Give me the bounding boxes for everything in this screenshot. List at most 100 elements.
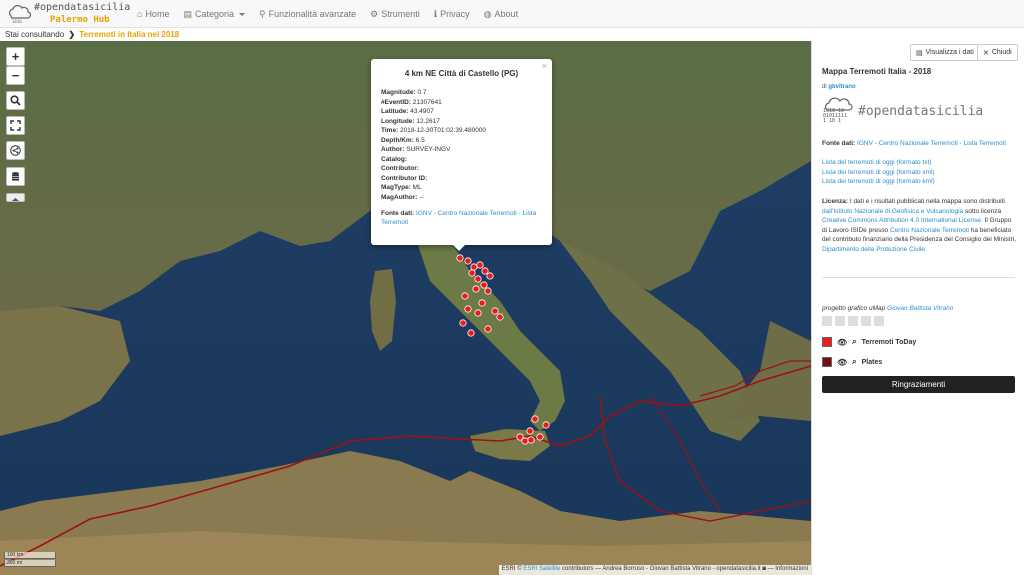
gear-icon: ⚙ <box>370 8 379 19</box>
brand-subtitle: Palermo Hub <box>50 15 110 25</box>
earthquake-marker[interactable] <box>470 263 478 271</box>
earthquake-marker[interactable] <box>491 307 499 315</box>
facebook-share-icon[interactable] <box>874 316 884 326</box>
data-layers-button[interactable] <box>6 167 25 186</box>
license-link-dpc[interactable]: Dipartimento della Protezione Civile. <box>822 246 927 253</box>
attribution-text: contributors — Andrea Borruso - Giovan B… <box>562 566 761 572</box>
author-prefix: di <box>822 84 827 90</box>
cloud-logo-icon: 1010 <box>9 5 32 24</box>
earthquake-marker[interactable] <box>542 421 550 429</box>
email-share-icon[interactable] <box>848 316 858 326</box>
zoom-to-layer-icon[interactable]: ⌕ <box>852 357 856 367</box>
zoom-to-layer-icon[interactable]: ⌕ <box>852 337 856 347</box>
popup-field-row: Author: SURVEY-INGV <box>381 145 542 155</box>
svg-text:1010: 1010 <box>12 19 22 24</box>
close-sidebar-button[interactable]: ✕ Chiudi <box>977 44 1018 61</box>
earthquake-marker[interactable] <box>526 427 534 435</box>
nav-privacy[interactable]: ℹ Privacy <box>427 0 477 28</box>
link-kml[interactable]: Lista dei terremoti di oggi (formato kml… <box>822 177 1017 187</box>
earthquake-marker[interactable] <box>516 433 524 441</box>
nav-about[interactable]: ◍ About <box>477 0 525 28</box>
breadcrumb-current[interactable]: Terremoti in Italia nel 2018 <box>79 30 179 39</box>
popup-field-value: ML <box>412 184 422 191</box>
zoom-in-button[interactable]: + <box>6 47 25 66</box>
earthquake-popup: × 4 km NE Città di Castello (PG) Magnitu… <box>371 59 552 245</box>
license-text-2: sotto licenza <box>965 207 1002 215</box>
view-data-button[interactable]: ▤ Visualizza i dati <box>910 44 980 61</box>
fullscreen-button[interactable] <box>6 116 25 135</box>
earthquake-marker[interactable] <box>481 267 489 275</box>
link-xml[interactable]: Lista dei terremoti di oggi (formato xml… <box>822 168 1017 178</box>
earthquake-marker[interactable] <box>459 319 467 327</box>
close-icon[interactable]: × <box>542 61 547 71</box>
print-share-icon[interactable] <box>861 316 871 326</box>
share-button[interactable] <box>6 141 25 160</box>
earthquake-marker[interactable] <box>456 254 464 262</box>
earthquake-marker[interactable] <box>484 325 492 333</box>
credits-link[interactable]: Giovan Battista Vitrano <box>887 305 953 312</box>
earthquake-marker[interactable] <box>480 281 488 289</box>
popup-field-row: MagAuthor: -- <box>381 193 542 203</box>
nav-strumenti-label: Strumenti <box>381 9 420 19</box>
map-canvas[interactable]: + − × 4 km NE Città di Castello (PG) Mag… <box>0 41 811 575</box>
scale-mi: 300 mi <box>4 560 56 567</box>
map-title: Mappa Terremoti Italia - 2018 <box>822 67 932 76</box>
popup-field-label: Contributor ID: <box>381 174 428 182</box>
popup-fields: Magnitude: 0.7 #EventID: 21307641 Latitude… <box>381 88 542 202</box>
popup-field-value: -- <box>419 193 424 201</box>
nav-strumenti[interactable]: ⚙ Strumenti <box>363 0 427 28</box>
earthquake-marker[interactable] <box>464 257 472 265</box>
logo-title: #opendatasicilia <box>858 104 984 119</box>
popup-source-label: Fonte dati: <box>381 210 415 217</box>
earthquake-marker[interactable] <box>496 313 504 321</box>
fonte-link[interactable]: IGNV - Centro Nazionale Terremoti - List… <box>857 140 1006 147</box>
breadcrumb: Stai consultando ❯ Terremoti in Italia n… <box>0 28 1024 41</box>
database-icon <box>12 172 19 181</box>
info-sidebar: ▤ Visualizza i dati ✕ Chiudi Mappa Terre… <box>811 41 1024 575</box>
license-link-ingv[interactable]: dall'Istituto Nazionale di Geofisica e V… <box>822 208 963 215</box>
license-text-1: I dati e i risultati pubblicati nella ma… <box>849 198 1005 205</box>
earthquake-marker[interactable] <box>484 287 492 295</box>
author-link[interactable]: gbvitrano <box>828 84 855 90</box>
more-controls-toggle[interactable] <box>6 193 25 202</box>
scale-km: 100 km <box>4 552 56 559</box>
license-link-cc[interactable]: Creative Commons Attribution 4.0 Interna… <box>822 217 983 224</box>
brand-logo[interactable]: 1010 #opendatasicilia Palermo Hub <box>6 2 130 26</box>
earthquake-marker[interactable] <box>474 309 482 317</box>
popup-field-row: Latitude: 43.4907 <box>381 107 542 117</box>
layer-terremoti-today[interactable]: 👁 ⌕ Terremoti ToDay <box>822 337 916 347</box>
earthquake-marker[interactable] <box>474 275 482 283</box>
earthquake-marker[interactable] <box>472 285 480 293</box>
attribution-info[interactable]: — Informazioni <box>768 566 808 572</box>
layer-swatch <box>822 357 832 367</box>
twitter-share-icon[interactable] <box>835 316 845 326</box>
ringraziamenti-button[interactable]: Ringraziamenti <box>822 376 1015 393</box>
eye-icon[interactable]: 👁 <box>837 338 847 347</box>
popup-field-row: Time: 2018-12-30T01:02:39.480000 <box>381 126 542 136</box>
popup-tip <box>452 244 466 251</box>
earthquake-marker[interactable] <box>476 261 484 269</box>
nav-privacy-label: Privacy <box>440 9 470 19</box>
eye-icon[interactable]: 👁 <box>837 358 847 367</box>
link-txt[interactable]: Lista dei terremoti di oggi (formato txt… <box>822 158 1017 168</box>
layer-plates[interactable]: 👁 ⌕ Plates <box>822 357 882 367</box>
license-link-cnt[interactable]: Centro Nazionale Terremoti <box>890 227 969 234</box>
earthquake-marker[interactable] <box>531 415 539 423</box>
earthquake-marker[interactable] <box>467 329 475 337</box>
nav-home[interactable]: ⌂ Home <box>130 0 176 28</box>
earthquake-marker[interactable] <box>527 436 535 444</box>
earthquake-marker[interactable] <box>461 292 469 300</box>
earthquake-marker[interactable] <box>464 305 472 313</box>
nav-categoria[interactable]: ▤ Categoria <box>176 0 252 28</box>
zoom-out-button[interactable]: − <box>6 66 25 85</box>
earthquake-marker[interactable] <box>478 299 486 307</box>
attribution-icon[interactable]: ◙ <box>762 566 766 572</box>
home-share-icon[interactable] <box>822 316 832 326</box>
divider <box>822 277 1015 278</box>
attribution-sat-link[interactable]: ESRI Satellite <box>523 566 560 572</box>
search-button[interactable] <box>6 91 25 110</box>
nav-funzionalita[interactable]: ⚲ Funzionalità avanzate <box>252 0 363 28</box>
earthquake-marker[interactable] <box>486 272 494 280</box>
earthquake-marker[interactable] <box>536 433 544 441</box>
earthquake-marker[interactable] <box>468 269 476 277</box>
